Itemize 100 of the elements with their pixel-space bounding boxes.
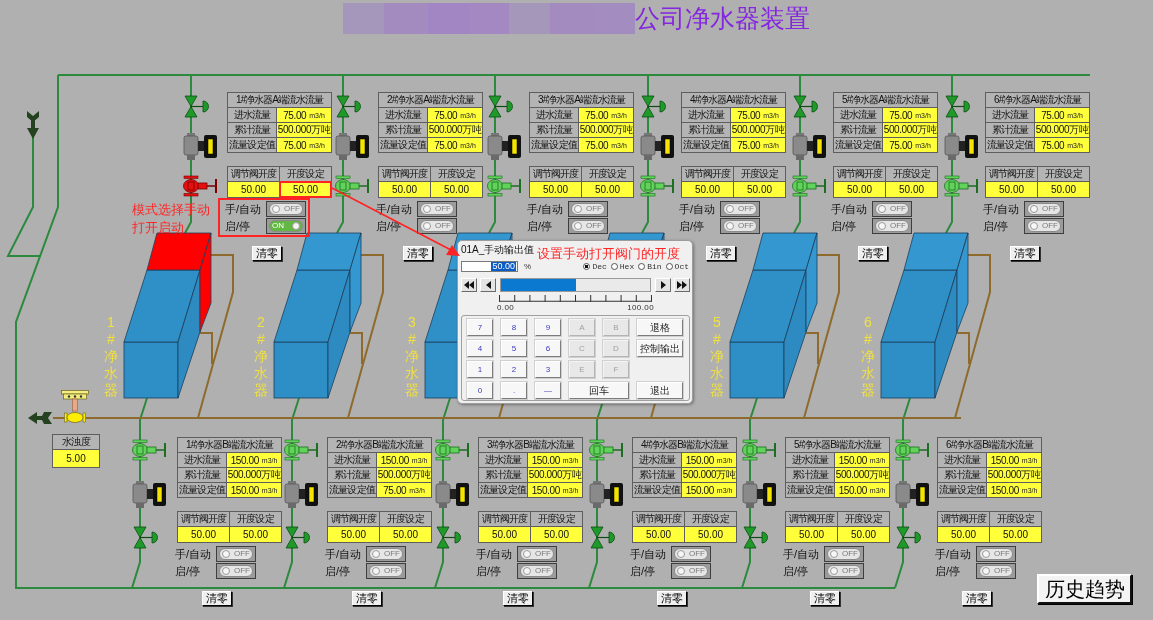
keypad-key[interactable]: 4 xyxy=(467,340,493,358)
toggle-switch[interactable]: OFF xyxy=(824,563,864,579)
keypad-key[interactable]: 7 xyxy=(467,319,493,337)
toggle-switch[interactable]: OFF xyxy=(568,201,608,217)
handwheel-valve-icon[interactable] xyxy=(284,440,320,460)
handwheel-valve-icon[interactable] xyxy=(742,440,778,460)
toggle-switch[interactable]: OFF xyxy=(671,563,711,579)
handwheel-valve-icon[interactable] xyxy=(944,176,980,196)
radio-button[interactable] xyxy=(665,263,673,271)
toggle-switch[interactable]: OFF xyxy=(671,546,711,562)
command-button[interactable]: 退出 xyxy=(637,382,683,400)
gate-valve-icon[interactable] xyxy=(61,390,89,423)
reset-button[interactable]: 清零 xyxy=(706,246,736,261)
reset-button[interactable]: 清零 xyxy=(503,591,533,606)
diaphragm-valve-icon[interactable] xyxy=(184,96,210,117)
toggle-switch[interactable]: OFF xyxy=(417,218,457,234)
command-button[interactable]: 控制输出 xyxy=(637,340,683,358)
reading-value: 500.000万吨 xyxy=(227,468,281,482)
command-button[interactable]: 回车 xyxy=(569,382,629,400)
step-back-button[interactable] xyxy=(480,277,496,293)
panel-title: 3#净水器B端流水流量 xyxy=(479,438,582,452)
toggle-switch[interactable]: OFF xyxy=(216,563,256,579)
radio-button[interactable] xyxy=(610,263,618,271)
keypad-key[interactable]: 1 xyxy=(467,361,493,379)
diaphragm-valve-icon[interactable] xyxy=(945,96,971,117)
reset-button[interactable]: 清零 xyxy=(657,591,687,606)
diaphragm-valve-icon[interactable] xyxy=(133,527,159,548)
purifier-label: 1#净水器 xyxy=(104,314,118,400)
toggle-switch[interactable]: OFF xyxy=(976,546,1016,562)
toggle-switch[interactable]: OFF xyxy=(872,201,912,217)
diaphragm-valve-icon[interactable] xyxy=(285,527,311,548)
handwheel-valve-icon[interactable] xyxy=(487,176,523,196)
handwheel-valve-icon[interactable] xyxy=(792,176,828,196)
reset-button[interactable]: 清零 xyxy=(202,591,232,606)
keypad-key[interactable]: 6 xyxy=(535,340,561,358)
toggle-switch[interactable]: OFF xyxy=(366,546,406,562)
reset-button[interactable]: 清零 xyxy=(962,591,992,606)
keypad-key[interactable]: 2 xyxy=(501,361,527,379)
row-label: 进水流量 xyxy=(786,453,834,467)
fast-forward-button[interactable] xyxy=(674,277,690,293)
keypad-key[interactable]: 0 xyxy=(467,382,493,400)
toggle-switch[interactable]: OFF xyxy=(1024,218,1064,234)
handwheel-valve-icon[interactable] xyxy=(640,176,676,196)
reading-value: 150.00 xyxy=(838,484,867,496)
slider-track[interactable] xyxy=(500,277,651,293)
reset-button[interactable]: 清零 xyxy=(403,246,433,261)
toggle-switch[interactable]: OFF xyxy=(266,201,306,217)
diaphragm-valve-icon[interactable] xyxy=(336,96,362,117)
toggle-switch[interactable]: OFF xyxy=(872,218,912,234)
diaphragm-valve-icon[interactable] xyxy=(896,527,922,548)
toggle-switch[interactable]: OFF xyxy=(824,546,864,562)
toggle-switch[interactable]: OFF xyxy=(517,563,557,579)
reset-button[interactable]: 清零 xyxy=(252,246,282,261)
toggle-switch[interactable]: ON xyxy=(266,218,306,234)
step-forward-button[interactable] xyxy=(655,277,671,293)
radio-button[interactable] xyxy=(583,263,591,271)
value-input[interactable]: 50.00 xyxy=(461,261,518,273)
keypad-key[interactable]: 3 xyxy=(535,361,561,379)
command-button[interactable]: 退格 xyxy=(637,319,683,337)
toggle-switch[interactable]: OFF xyxy=(720,218,760,234)
toggle-switch[interactable]: OFF xyxy=(1024,201,1064,217)
reset-button[interactable]: 清零 xyxy=(1010,246,1040,261)
diaphragm-valve-icon[interactable] xyxy=(743,527,769,548)
table-header: 开度设定 xyxy=(280,167,331,181)
actuator-icon xyxy=(896,481,930,508)
toggle-switch[interactable]: OFF xyxy=(568,218,608,234)
handwheel-valve-icon[interactable] xyxy=(895,440,931,460)
row-label: 累计流量 xyxy=(479,468,527,482)
panel-title: 6#净水器A端流水流量 xyxy=(986,93,1089,107)
fast-back-button[interactable] xyxy=(461,277,477,293)
handwheel-valve-icon[interactable] xyxy=(183,176,219,196)
diaphragm-valve-icon[interactable] xyxy=(793,96,819,117)
row-label: 流量设定值 xyxy=(178,483,226,497)
handwheel-valve-icon[interactable] xyxy=(589,440,625,460)
panel-title: 2#净水器A端流水流量 xyxy=(379,93,482,107)
down-arrow-icon xyxy=(27,111,39,139)
toggle-switch[interactable]: OFF xyxy=(366,563,406,579)
toggle-switch[interactable]: OFF xyxy=(517,546,557,562)
toggle-switch[interactable]: OFF xyxy=(720,201,760,217)
reset-button[interactable]: 清零 xyxy=(858,246,888,261)
diaphragm-valve-icon[interactable] xyxy=(590,527,616,548)
toggle-switch[interactable]: OFF xyxy=(417,201,457,217)
handwheel-valve-icon[interactable] xyxy=(435,440,471,460)
keypad-key[interactable]: 8 xyxy=(501,319,527,337)
keypad-key[interactable]: . xyxy=(501,382,527,400)
keypad-key[interactable]: — xyxy=(535,382,561,400)
toggle-switch[interactable]: OFF xyxy=(216,546,256,562)
keypad-key[interactable]: 9 xyxy=(535,319,561,337)
row-label: 累计流量 xyxy=(379,123,427,137)
reset-button[interactable]: 清零 xyxy=(810,591,840,606)
handwheel-valve-icon[interactable] xyxy=(132,440,168,460)
radio-button[interactable] xyxy=(638,263,646,271)
diaphragm-valve-icon[interactable] xyxy=(436,527,462,548)
diaphragm-valve-icon[interactable] xyxy=(488,96,514,117)
history-trend-button[interactable]: 历史趋势 xyxy=(1037,574,1132,604)
reset-button[interactable]: 清零 xyxy=(352,591,382,606)
handwheel-valve-icon[interactable] xyxy=(335,176,371,196)
diaphragm-valve-icon[interactable] xyxy=(641,96,667,117)
keypad-key[interactable]: 5 xyxy=(501,340,527,358)
toggle-switch[interactable]: OFF xyxy=(976,563,1016,579)
